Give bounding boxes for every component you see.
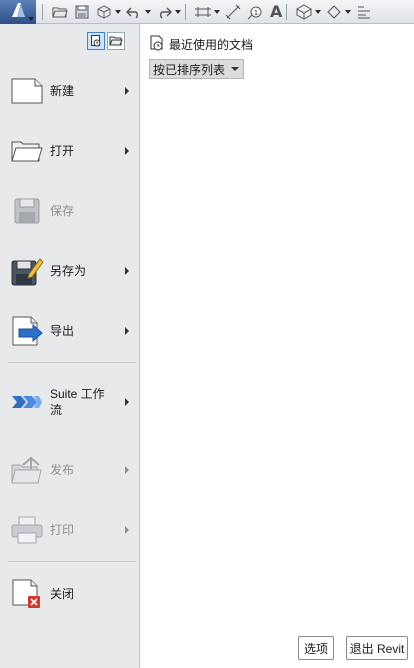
menu-item-open[interactable]: 打开 [0, 126, 140, 176]
view-toggle-group [87, 32, 125, 50]
options-button[interactable]: 选项 [298, 636, 334, 660]
application-menu: 新建 打开 保存 另存为 导出 Suite 工作流 发布 打印 关闭 [0, 24, 140, 668]
dimension-icon[interactable] [224, 3, 242, 21]
revit-app-icon [9, 1, 27, 22]
export-icon [10, 314, 44, 348]
menu-divider [8, 362, 136, 363]
application-menu-button[interactable] [0, 0, 36, 24]
recent-documents-panel: 最近使用的文档 按已排序列表 选项 退出 Revit [141, 24, 414, 668]
section-icon[interactable] [325, 3, 343, 21]
submenu-arrow-icon [125, 526, 129, 534]
save-icon[interactable] [73, 3, 91, 21]
3d-view-icon[interactable] [295, 3, 313, 21]
submenu-arrow-icon [125, 87, 129, 95]
menu-item-close[interactable]: 关闭 [0, 569, 140, 619]
text-icon[interactable]: A [270, 2, 282, 21]
save-disk-icon [10, 194, 44, 228]
exit-revit-button[interactable]: 退出 Revit [346, 636, 408, 660]
menu-item-suite-workflow[interactable]: Suite 工作流 [0, 377, 140, 427]
thin-lines-icon[interactable] [355, 3, 373, 21]
publish-icon [10, 453, 44, 487]
menu-label-suite-workflow: Suite 工作流 [50, 387, 105, 417]
recent-documents-header: 最近使用的文档 [150, 35, 253, 54]
menu-label-save: 保存 [50, 204, 75, 218]
submenu-arrow-icon [125, 327, 129, 335]
recent-documents-title: 最近使用的文档 [169, 38, 254, 52]
submenu-arrow-icon [125, 466, 129, 474]
menu-label-publish: 发布 [50, 463, 75, 477]
submenu-arrow-icon [125, 398, 129, 406]
recent-documents-toggle-icon[interactable] [87, 32, 105, 50]
sort-order-value: 按已排序列表 [153, 62, 226, 77]
recent-documents-icon [150, 35, 164, 54]
redo-icon[interactable] [155, 3, 173, 21]
chevron-down-icon [231, 67, 240, 71]
suite-workflow-icon [10, 385, 44, 419]
open-icon[interactable] [51, 3, 69, 21]
menu-label-print: 打印 [50, 523, 75, 537]
svg-text:1: 1 [254, 9, 258, 17]
menu-label-close: 关闭 [50, 587, 75, 601]
menu-item-publish: 发布 [0, 445, 140, 495]
submenu-arrow-icon [125, 147, 129, 155]
undo-icon[interactable] [125, 3, 143, 21]
menu-item-save: 保存 [0, 186, 140, 236]
menu-label-new: 新建 [50, 84, 75, 98]
menu-item-save-as[interactable]: 另存为 [0, 246, 140, 296]
sort-order-dropdown[interactable]: 按已排序列表 [149, 59, 245, 79]
close-document-icon [10, 577, 44, 611]
submenu-arrow-icon [125, 267, 129, 275]
print-icon [10, 513, 44, 547]
menu-label-save-as: 另存为 [50, 264, 87, 278]
save-as-icon [10, 254, 44, 288]
measure-icon[interactable] [194, 3, 212, 21]
tag-icon[interactable]: 1 [246, 3, 264, 21]
menu-item-export[interactable]: 导出 [0, 306, 140, 356]
menu-label-export: 导出 [50, 324, 75, 338]
sync-icon[interactable] [95, 3, 113, 21]
menu-divider [8, 561, 136, 562]
quick-access-toolbar: 1 A [0, 0, 414, 24]
new-document-icon [10, 74, 44, 108]
menu-item-new[interactable]: 新建 [0, 66, 140, 116]
open-documents-toggle-icon[interactable] [107, 32, 125, 50]
menu-label-open: 打开 [50, 144, 75, 158]
open-folder-icon [10, 134, 44, 168]
menu-item-print: 打印 [0, 505, 140, 555]
